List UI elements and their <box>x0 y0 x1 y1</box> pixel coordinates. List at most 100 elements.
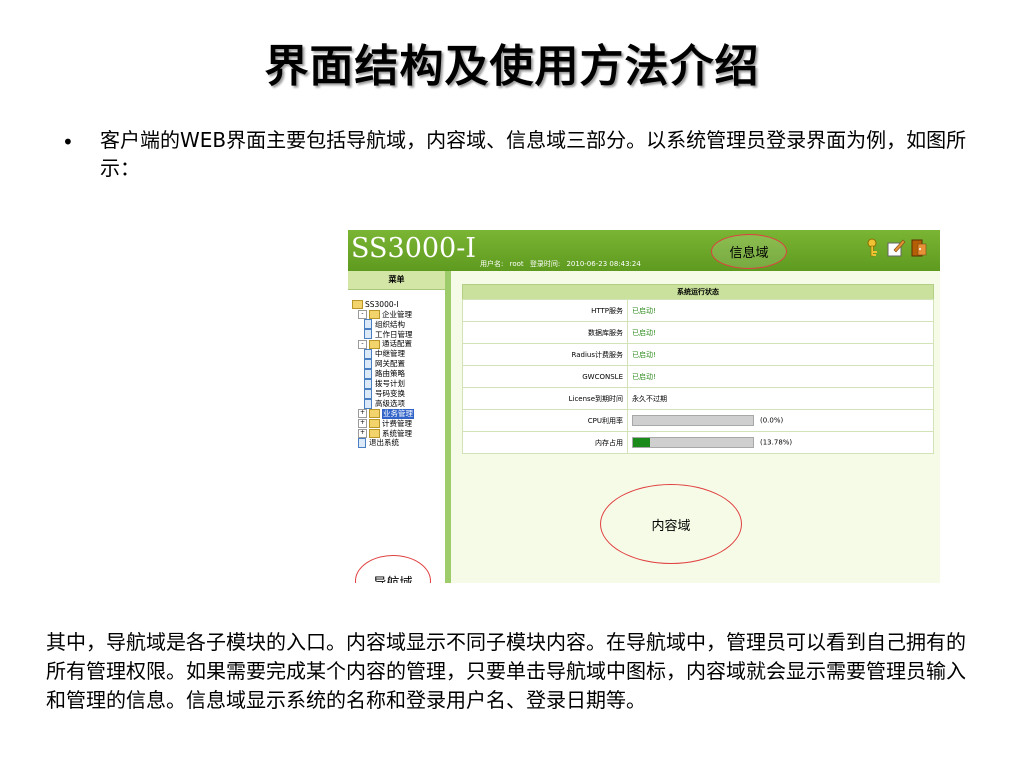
exit-door-icon[interactable] <box>909 237 930 259</box>
usage-bar <box>632 415 754 426</box>
nav-node[interactable]: 工作日管理 <box>352 329 445 340</box>
status-value-cell: 已启动! <box>627 365 934 388</box>
nav-node[interactable]: 中继管理 <box>352 349 445 360</box>
status-key: GWCONSLE <box>462 365 628 388</box>
nav-domain: 菜单 SS3000-I - 企业管理 组织结构 工作日管理 - 通话配置 中继管理 网关配置 路由… <box>348 271 445 583</box>
page-icon <box>364 329 372 340</box>
nav-node[interactable]: - 企业管理 <box>352 310 445 320</box>
folder-icon <box>369 428 380 438</box>
nav-node-label: 组织结构 <box>375 319 405 329</box>
status-key: License到期时间 <box>462 387 628 410</box>
status-value-cell: 已启动! <box>627 299 934 322</box>
table-row: Radius计费服务 已启动! <box>462 343 934 366</box>
nav-node-label: 业务管理 <box>382 409 414 419</box>
nav-node[interactable]: + 计费管理 <box>352 419 445 429</box>
content-domain-annotation: 内容域 <box>600 484 742 564</box>
nav-node-label: 系统管理 <box>382 428 412 438</box>
status-table-title: 系统运行状态 <box>462 284 934 299</box>
nav-node-label: 网关配置 <box>375 359 405 369</box>
nav-node[interactable]: 路由策略 <box>352 369 445 380</box>
app-brand: SS3000-I <box>351 233 477 264</box>
header-icons <box>861 237 930 259</box>
status-value: 已启动! <box>632 372 656 381</box>
nav-node-label: 计费管理 <box>382 418 412 428</box>
status-key: 数据库服务 <box>462 321 628 344</box>
status-key: HTTP服务 <box>462 299 628 322</box>
user-value: root <box>509 260 524 268</box>
status-value-cell: 已启动! <box>627 343 934 366</box>
nav-node[interactable]: + 系统管理 <box>352 429 445 439</box>
slide-title: 界面结构及使用方法介绍 <box>264 41 760 92</box>
table-row: CPU利用率 (0.0%) <box>462 409 934 432</box>
expand-icon[interactable]: + <box>358 419 367 429</box>
page-icon <box>364 349 372 360</box>
nav-node[interactable]: 组织结构 <box>352 319 445 330</box>
nav-node[interactable]: 拨号计划 <box>352 379 445 390</box>
nav-node-label: 工作日管理 <box>375 329 413 339</box>
status-value: 永久不过期 <box>632 394 667 403</box>
status-value-cell: 已启动! <box>627 321 934 344</box>
page-icon <box>364 399 372 410</box>
table-row: License到期时间 永久不过期 <box>462 387 934 410</box>
nav-tree: SS3000-I - 企业管理 组织结构 工作日管理 - 通话配置 中继管理 网关配置 路由策略拨… <box>348 290 445 449</box>
status-value-cell: 永久不过期 <box>627 387 934 410</box>
web-ui-screenshot: SS3000-I 用户名: root 登录时间: 2010-06-23 08:4… <box>348 230 940 583</box>
status-key: 内存占用 <box>462 431 628 454</box>
nav-node-label: SS3000-I <box>365 300 399 309</box>
nav-node-label: 拨号计划 <box>375 379 405 389</box>
status-key: Radius计费服务 <box>462 343 628 366</box>
usage-bar <box>632 437 754 448</box>
edit-note-icon[interactable] <box>885 237 906 259</box>
login-info: 用户名: root 登录时间: 2010-06-23 08:43:24 <box>480 259 645 269</box>
status-key: CPU利用率 <box>462 409 628 432</box>
page-icon <box>364 369 372 380</box>
nav-domain-annotation: 导航域 <box>355 555 431 583</box>
status-value-cell: (13.78%) <box>627 431 934 454</box>
user-label: 用户名: <box>480 260 504 268</box>
login-time-label: 登录时间: <box>529 260 561 268</box>
folder-icon <box>369 409 380 419</box>
system-status-table: 系统运行状态 HTTP服务 已启动! 数据库服务 已启动! Radius计费服务 已启动!… <box>462 284 934 454</box>
table-row: HTTP服务 已启动! <box>462 299 934 322</box>
table-row: 数据库服务 已启动! <box>462 321 934 344</box>
page-icon <box>364 389 372 400</box>
content-domain: 系统运行状态 HTTP服务 已启动! 数据库服务 已启动! Radius计费服务 已启动!… <box>451 271 940 583</box>
page-icon <box>364 379 372 390</box>
status-value: 已启动! <box>632 306 656 315</box>
nav-node[interactable]: - 通话配置 <box>352 339 445 349</box>
expand-icon[interactable]: + <box>358 428 367 438</box>
nav-node-label: 中继管理 <box>375 349 405 359</box>
folder-icon <box>369 310 380 320</box>
folder-icon <box>352 300 363 310</box>
nav-node-label: 号码变换 <box>375 389 405 399</box>
nav-node-label: 企业管理 <box>382 309 412 319</box>
login-time-value: 2010-06-23 08:43:24 <box>566 260 641 268</box>
status-value: 已启动! <box>632 328 656 337</box>
nav-node[interactable]: 高级选项 <box>352 399 445 410</box>
nav-node-label: 通话配置 <box>382 339 412 349</box>
intro-bullet: 客户端的WEB界面主要包括导航域，内容域、信息域三部分。以系统管理员登录界面为例… <box>100 128 967 180</box>
expand-icon[interactable]: + <box>358 409 367 419</box>
nav-node[interactable]: SS3000-I <box>352 300 445 310</box>
nav-node[interactable]: 号码变换 <box>352 389 445 400</box>
folder-icon <box>369 419 380 429</box>
status-value: 已启动! <box>632 350 656 359</box>
nav-node[interactable]: 网关配置 <box>352 359 445 370</box>
nav-node-label: 路由策略 <box>375 369 405 379</box>
folder-icon <box>369 339 380 349</box>
menu-title: 菜单 <box>348 271 445 290</box>
info-domain-header: SS3000-I 用户名: root 登录时间: 2010-06-23 08:4… <box>348 230 940 271</box>
table-row: 内存占用 (13.78%) <box>462 431 934 454</box>
info-domain-annotation: 信息域 <box>711 234 787 269</box>
key-icon[interactable] <box>861 237 882 259</box>
collapse-icon[interactable]: - <box>358 310 367 320</box>
bullet-marker: • <box>62 130 74 154</box>
status-value: (13.78%) <box>760 438 793 447</box>
nav-node[interactable]: 退出系统 <box>352 438 445 449</box>
nav-node[interactable]: + 业务管理 <box>352 409 445 419</box>
usage-bar-fill <box>633 438 650 447</box>
status-value-cell: (0.0%) <box>627 409 934 432</box>
collapse-icon[interactable]: - <box>358 339 367 349</box>
table-row: GWCONSLE 已启动! <box>462 365 934 388</box>
summary-paragraph: 其中，导航域是各子模块的入口。内容域显示不同子模块内容。在导航域中，管理员可以看… <box>46 630 966 712</box>
